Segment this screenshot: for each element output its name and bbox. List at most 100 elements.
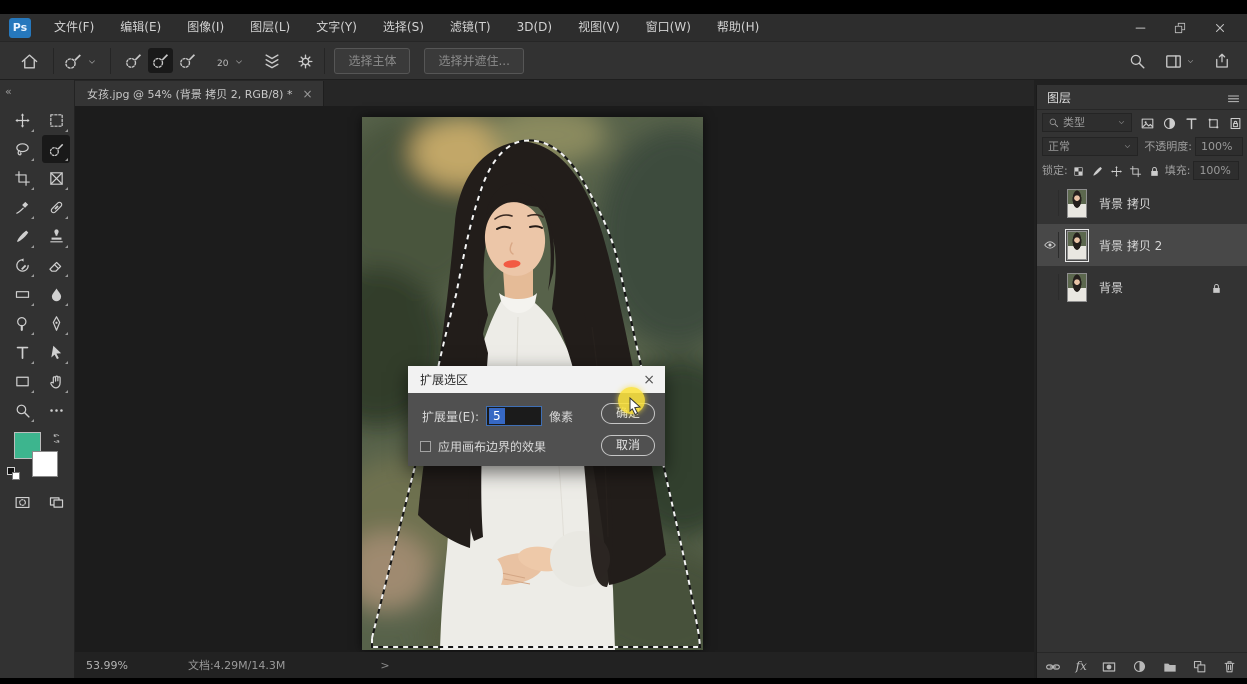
layers-panel-tab[interactable]: 图层 xyxy=(1037,89,1071,106)
menu-3d[interactable]: 3D(D) xyxy=(504,14,565,41)
menu-select[interactable]: 选择(S) xyxy=(370,14,437,41)
home-icon[interactable] xyxy=(14,51,44,71)
fill-dropdown[interactable]: 100% xyxy=(1193,161,1239,180)
lock-transparent-pixels-icon[interactable] xyxy=(1072,161,1085,180)
hand-tool[interactable] xyxy=(42,367,70,395)
new-layer-icon[interactable] xyxy=(1192,656,1207,675)
panel-menu-icon[interactable] xyxy=(1226,88,1247,107)
lasso-tool[interactable] xyxy=(8,135,36,163)
history-brush-tool[interactable] xyxy=(8,251,36,279)
brush-tool[interactable] xyxy=(8,222,36,250)
filter-adjustment-layers-icon[interactable] xyxy=(1162,113,1177,132)
edit-toolbar-icon[interactable] xyxy=(42,396,70,424)
menu-edit[interactable]: 编辑(E) xyxy=(107,14,174,41)
clone-stamp-tool[interactable] xyxy=(42,222,70,250)
eraser-tool[interactable] xyxy=(42,251,70,279)
canvas-area[interactable]: 扩展选区 × 扩展量(E): 5 像素 应用画布边界的效果 确定 取消 xyxy=(75,106,1034,652)
quick-selection-tool[interactable] xyxy=(42,135,70,163)
zoom-tool[interactable] xyxy=(8,396,36,424)
search-icon[interactable] xyxy=(1128,51,1146,71)
type-tool[interactable] xyxy=(8,338,36,366)
menu-view[interactable]: 视图(V) xyxy=(565,14,633,41)
share-icon[interactable] xyxy=(1213,51,1231,71)
brush-size-picker[interactable]: 20 xyxy=(217,51,244,70)
apply-canvas-bounds-checkbox[interactable] xyxy=(420,441,431,452)
lock-image-pixels-icon[interactable] xyxy=(1091,161,1104,180)
menu-window[interactable]: 窗口(W) xyxy=(633,14,704,41)
healing-brush-tool[interactable] xyxy=(42,193,70,221)
expand-selection-dialog: 扩展选区 × 扩展量(E): 5 像素 应用画布边界的效果 确定 取消 xyxy=(408,366,665,466)
lock-position-icon[interactable] xyxy=(1110,161,1123,180)
menu-image[interactable]: 图像(I) xyxy=(174,14,237,41)
swap-colors-icon[interactable] xyxy=(51,428,62,447)
tool-options-gear-icon[interactable] xyxy=(296,51,315,71)
visibility-toggle[interactable] xyxy=(1041,190,1059,216)
frame-tool[interactable] xyxy=(42,164,70,192)
close-window-icon[interactable] xyxy=(1207,18,1233,38)
new-group-icon[interactable] xyxy=(1162,656,1178,675)
collapse-tools-icon[interactable]: « xyxy=(0,80,74,104)
document-tab-bar: 女孩.jpg @ 54% (背景 拷贝 2, RGB/8) * × xyxy=(75,80,1034,106)
lock-all-icon[interactable] xyxy=(1148,161,1161,180)
default-colors-icon[interactable] xyxy=(7,467,21,481)
layer-row[interactable]: 背景 xyxy=(1037,266,1247,308)
menu-filter[interactable]: 滤镜(T) xyxy=(437,14,504,41)
move-tool[interactable] xyxy=(8,106,36,134)
add-to-selection-icon[interactable] xyxy=(148,48,173,73)
subtract-from-selection-icon[interactable] xyxy=(175,48,200,73)
filter-type-layers-icon[interactable] xyxy=(1184,113,1199,132)
blur-tool[interactable] xyxy=(42,280,70,308)
crop-tool[interactable] xyxy=(8,164,36,192)
blend-mode-dropdown[interactable]: 正常 xyxy=(1042,137,1138,156)
marquee-tool[interactable] xyxy=(42,106,70,134)
tool-preset-icon[interactable] xyxy=(63,50,83,71)
expand-by-input[interactable]: 5 xyxy=(486,406,542,426)
background-color-swatch[interactable] xyxy=(32,451,58,477)
menu-type[interactable]: 文字(Y) xyxy=(303,14,370,41)
dodge-tool[interactable] xyxy=(8,309,36,337)
dialog-close-icon[interactable]: × xyxy=(643,372,655,388)
quick-mask-icon[interactable] xyxy=(8,488,36,516)
menu-file[interactable]: 文件(F) xyxy=(41,14,107,41)
filter-pixel-layers-icon[interactable] xyxy=(1140,113,1155,132)
visibility-toggle[interactable] xyxy=(1041,274,1059,300)
minimize-icon[interactable] xyxy=(1127,18,1153,38)
layer-thumbnail[interactable] xyxy=(1067,189,1087,218)
layer-style-fx-icon[interactable]: fx xyxy=(1076,659,1087,673)
layer-row[interactable]: 背景 拷贝 xyxy=(1037,182,1247,224)
restore-icon[interactable] xyxy=(1167,18,1193,38)
filter-smart-objects-icon[interactable] xyxy=(1228,113,1243,132)
filter-type-dropdown[interactable]: 类型 xyxy=(1042,113,1132,132)
add-layer-mask-icon[interactable] xyxy=(1101,656,1117,675)
menu-layer[interactable]: 图层(L) xyxy=(237,14,303,41)
menu-help[interactable]: 帮助(H) xyxy=(704,14,772,41)
link-layers-icon[interactable] xyxy=(1045,656,1061,675)
layer-thumbnail[interactable] xyxy=(1067,273,1087,302)
close-tab-icon[interactable]: × xyxy=(302,87,312,101)
filter-shape-layers-icon[interactable] xyxy=(1206,113,1221,132)
lock-artboard-icon[interactable] xyxy=(1129,161,1142,180)
path-selection-tool[interactable] xyxy=(42,338,70,366)
layer-row-selected[interactable]: 背景 拷贝 2 xyxy=(1037,224,1247,266)
opacity-dropdown[interactable]: 100% xyxy=(1195,137,1243,156)
new-selection-icon[interactable] xyxy=(121,48,146,73)
document-tab[interactable]: 女孩.jpg @ 54% (背景 拷贝 2, RGB/8) * × xyxy=(75,81,324,106)
pen-tool[interactable] xyxy=(42,309,70,337)
tool-preset-chevron-icon[interactable] xyxy=(87,51,97,70)
rectangle-tool[interactable] xyxy=(8,367,36,395)
sample-angle-icon[interactable] xyxy=(262,50,282,71)
select-and-mask-button[interactable]: 选择并遮住... xyxy=(424,48,523,74)
workspace-switcher-icon[interactable] xyxy=(1164,51,1195,71)
screen-mode-icon[interactable] xyxy=(42,488,70,516)
gradient-tool[interactable] xyxy=(8,280,36,308)
layer-thumbnail[interactable] xyxy=(1067,231,1087,260)
status-expand-chevron[interactable]: > xyxy=(380,659,389,672)
new-adjustment-layer-icon[interactable] xyxy=(1132,656,1147,675)
delete-layer-icon[interactable] xyxy=(1222,656,1237,675)
zoom-level[interactable]: 53.99% xyxy=(86,659,128,672)
visibility-toggle[interactable] xyxy=(1041,232,1059,258)
lock-label: 锁定: xyxy=(1042,162,1068,178)
select-subject-button[interactable]: 选择主体 xyxy=(334,48,410,74)
eyedropper-tool[interactable] xyxy=(8,193,36,221)
cancel-button[interactable]: 取消 xyxy=(601,435,655,456)
